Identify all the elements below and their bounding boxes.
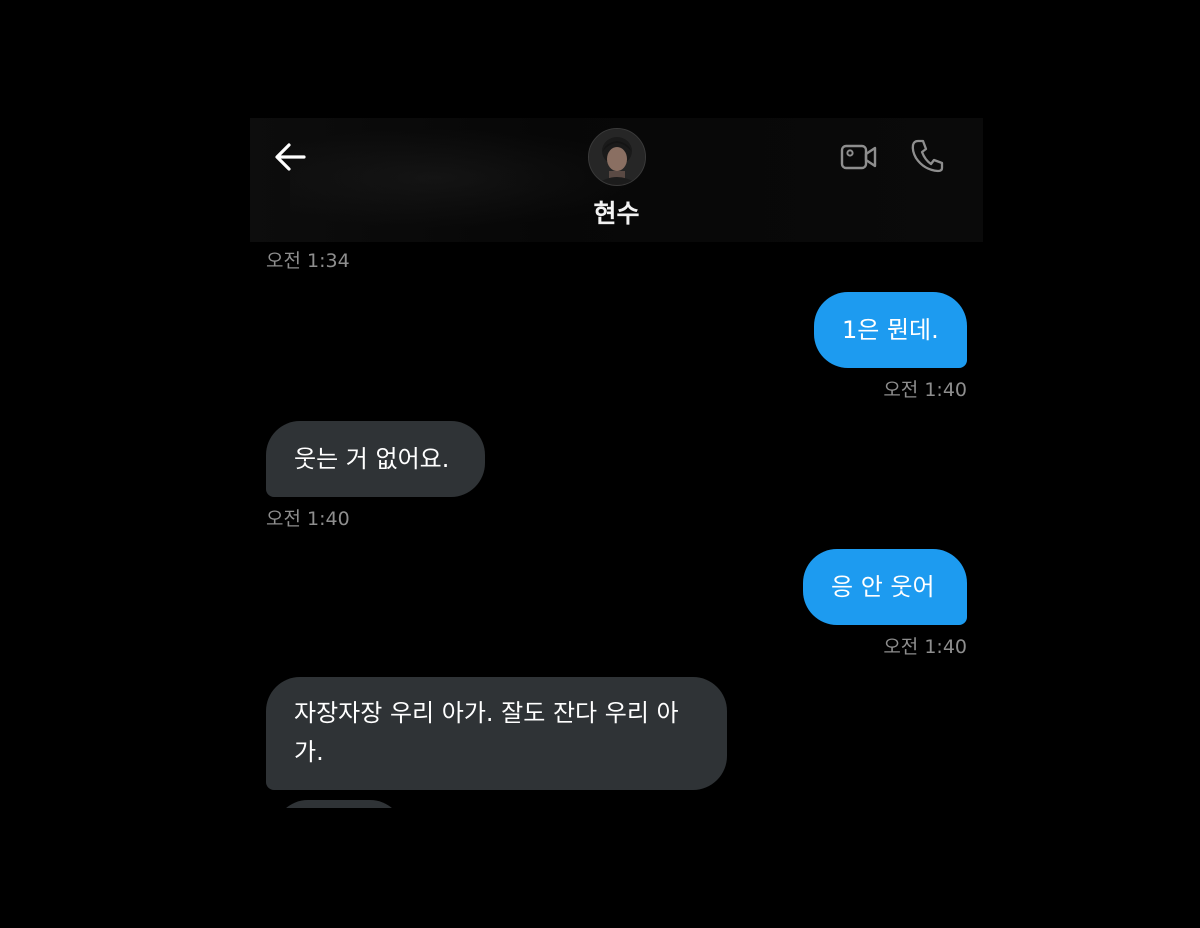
message-text-line: 가.	[294, 738, 324, 766]
message-text: 웃는 거 없어요.	[294, 445, 450, 473]
message-text: 1은 뭔데.	[842, 316, 939, 344]
back-button[interactable]	[272, 140, 310, 174]
arrow-left-icon	[275, 143, 306, 171]
incoming-message-bubble[interactable]: 웃는 거 없어요.	[266, 421, 485, 497]
message-timestamp: 오전 1:40	[266, 508, 350, 530]
chat-header: 현수	[250, 118, 983, 242]
incoming-message-bubble[interactable]: 자장자장 우리 아가. 잘도 잔다 우리 아 가.	[266, 677, 727, 790]
incoming-message-bubble-partial[interactable]	[274, 800, 404, 808]
voice-call-button[interactable]	[910, 138, 944, 174]
video-camera-icon	[840, 144, 877, 170]
phone-icon	[911, 139, 944, 173]
message-text-line: 자장자장 우리 아가. 잘도 잔다 우리 아	[294, 699, 679, 727]
outgoing-message-bubble[interactable]: 1은 뭔데.	[814, 292, 967, 368]
avatar-photo	[589, 129, 645, 185]
contact-name[interactable]: 현수	[250, 194, 983, 230]
message-text: 응 안 웃어	[831, 573, 935, 601]
message-timestamp: 오전 1:34	[266, 250, 350, 272]
message-timestamp: 오전 1:40	[883, 636, 967, 658]
message-timestamp: 오전 1:40	[883, 379, 967, 401]
chat-screen: 현수 오전 1:34 1은 뭔데. 오전 1:40 웃는 거 없어요. 오전 1…	[250, 118, 983, 808]
avatar[interactable]	[588, 128, 646, 186]
video-call-button[interactable]	[840, 142, 878, 172]
outgoing-message-bubble[interactable]: 응 안 웃어	[803, 549, 967, 625]
